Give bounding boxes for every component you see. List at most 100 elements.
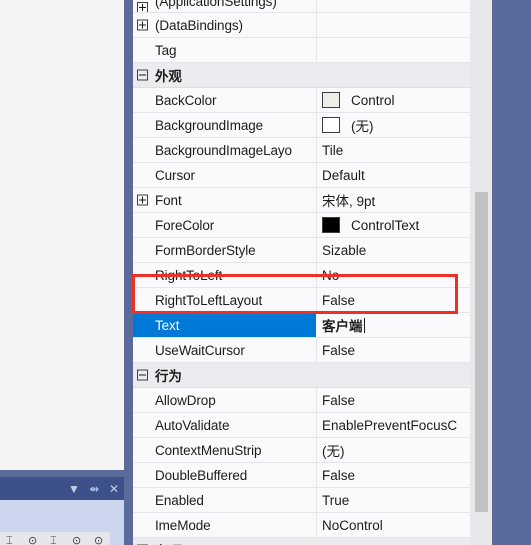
property-row[interactable]: Cursor Default bbox=[133, 163, 470, 188]
toolbar-icon[interactable]: ⊙ bbox=[72, 534, 82, 545]
property-name: AllowDrop bbox=[155, 392, 216, 408]
column-separator bbox=[316, 438, 317, 462]
tool-window-gap bbox=[0, 470, 124, 477]
property-value[interactable]: False bbox=[322, 388, 470, 412]
property-value[interactable]: No bbox=[322, 263, 470, 287]
property-row[interactable]: UseWaitCursor False bbox=[133, 338, 470, 363]
property-value-text: (无) bbox=[351, 119, 374, 134]
property-value[interactable]: False bbox=[322, 338, 470, 362]
property-row[interactable]: Text 客户端 bbox=[133, 313, 470, 338]
property-value[interactable]: EnablePreventFocusC bbox=[322, 413, 470, 437]
property-value[interactable]: Default bbox=[322, 163, 470, 187]
property-category-row[interactable]: 外观 bbox=[133, 63, 470, 88]
property-name: Text bbox=[133, 313, 316, 337]
property-row[interactable]: ContextMenuStrip (无) bbox=[133, 438, 470, 463]
property-value[interactable]: (无) bbox=[322, 113, 470, 137]
property-value[interactable]: False bbox=[322, 463, 470, 487]
property-row[interactable]: RightToLeftLayout False bbox=[133, 288, 470, 313]
expand-plus-icon[interactable] bbox=[137, 2, 148, 12]
collapse-minus-icon[interactable] bbox=[137, 69, 148, 81]
property-value[interactable]: 客户端 bbox=[322, 313, 470, 337]
property-value[interactable] bbox=[322, 538, 470, 545]
design-surface-area bbox=[0, 0, 124, 470]
column-separator bbox=[316, 13, 317, 37]
toolbar-icon[interactable]: ⊙ bbox=[94, 534, 104, 545]
property-value-text: 客户端 bbox=[322, 319, 363, 334]
column-separator bbox=[316, 88, 317, 112]
category-label: 外观 bbox=[155, 69, 182, 84]
property-row[interactable]: AllowDrop False bbox=[133, 388, 470, 413]
property-value[interactable] bbox=[322, 13, 470, 37]
close-icon[interactable]: ✕ bbox=[104, 477, 124, 500]
property-value[interactable]: True bbox=[322, 488, 470, 512]
scrollbar-thumb[interactable] bbox=[475, 192, 488, 512]
property-row[interactable]: Tag bbox=[133, 38, 470, 63]
property-row[interactable]: AutoValidate EnablePreventFocusC bbox=[133, 413, 470, 438]
collapse-minus-icon[interactable] bbox=[137, 369, 148, 381]
property-row[interactable]: (ApplicationSettings) bbox=[133, 0, 470, 13]
property-name: Cursor bbox=[155, 167, 195, 183]
property-value-text: ControlText bbox=[351, 217, 420, 233]
column-separator bbox=[316, 263, 317, 287]
category-label: 杂项 bbox=[155, 538, 315, 545]
property-value[interactable]: NoControl bbox=[322, 513, 470, 537]
property-category-row[interactable]: 杂项 bbox=[133, 538, 470, 545]
property-row[interactable]: ImeMode NoControl bbox=[133, 513, 470, 538]
property-value[interactable] bbox=[322, 38, 470, 62]
color-swatch-icon bbox=[322, 117, 340, 133]
column-separator bbox=[316, 0, 317, 12]
property-value-text: EnablePreventFocusC bbox=[322, 417, 458, 433]
column-separator bbox=[316, 338, 317, 362]
property-row[interactable]: BackgroundImage (无) bbox=[133, 113, 470, 138]
property-row[interactable]: RightToLeft No bbox=[133, 263, 470, 288]
property-row[interactable]: ForeColor ControlText bbox=[133, 213, 470, 238]
property-category-row[interactable]: 行为 bbox=[133, 363, 470, 388]
property-row[interactable]: DoubleBuffered False bbox=[133, 463, 470, 488]
property-value[interactable]: (无) bbox=[322, 438, 470, 462]
property-value[interactable] bbox=[322, 0, 470, 12]
property-name: BackgroundImage bbox=[155, 117, 264, 133]
property-row[interactable]: BackColor Control bbox=[133, 88, 470, 113]
property-value[interactable] bbox=[322, 363, 470, 387]
properties-scrollbar[interactable] bbox=[470, 0, 492, 545]
expand-plus-icon[interactable] bbox=[137, 19, 148, 31]
property-value[interactable]: Control bbox=[322, 88, 470, 112]
property-value[interactable]: 宋体, 9pt bbox=[322, 188, 470, 212]
property-name: (ApplicationSettings) bbox=[155, 0, 277, 9]
column-separator bbox=[316, 138, 317, 162]
property-value[interactable]: Sizable bbox=[322, 238, 470, 262]
tool-window-header[interactable]: ▼ ⇴ ✕ bbox=[0, 477, 124, 500]
toolbar-icon[interactable]: ⌶ bbox=[50, 534, 60, 545]
property-row[interactable]: Font 宋体, 9pt bbox=[133, 188, 470, 213]
toolbar-icon[interactable]: ⌶ bbox=[6, 534, 16, 545]
property-value-text: False bbox=[322, 342, 356, 358]
property-row[interactable]: (DataBindings) bbox=[133, 13, 470, 38]
property-name: AutoValidate bbox=[155, 417, 230, 433]
screenshot-root: (ApplicationSettings) (DataBindings) Tag 外观… bbox=[0, 0, 531, 545]
property-row[interactable]: FormBorderStyle Sizable bbox=[133, 238, 470, 263]
toolbar-right-filler bbox=[110, 532, 124, 545]
property-value-text: Control bbox=[351, 92, 395, 108]
property-value-text: NoControl bbox=[322, 517, 383, 533]
expand-plus-icon[interactable] bbox=[137, 194, 148, 206]
property-value[interactable] bbox=[322, 63, 470, 87]
property-value[interactable]: Tile bbox=[322, 138, 470, 162]
property-value-text: False bbox=[322, 467, 356, 483]
pin-icon[interactable]: ⇴ bbox=[84, 477, 104, 500]
column-separator bbox=[316, 388, 317, 412]
property-value-text: No bbox=[322, 267, 340, 283]
property-row[interactable]: BackgroundImageLayo Tile bbox=[133, 138, 470, 163]
toolbar-icon[interactable]: ⊙ bbox=[28, 534, 38, 545]
property-name: DoubleBuffered bbox=[155, 467, 248, 483]
column-separator bbox=[316, 238, 317, 262]
property-value[interactable]: False bbox=[322, 288, 470, 312]
vertical-splitter[interactable] bbox=[124, 0, 133, 545]
color-swatch-icon bbox=[322, 217, 340, 233]
property-value[interactable]: ControlText bbox=[322, 213, 470, 237]
property-value-text: False bbox=[322, 292, 356, 308]
property-row[interactable]: Enabled True bbox=[133, 488, 470, 513]
properties-grid[interactable]: (ApplicationSettings) (DataBindings) Tag 外观… bbox=[133, 0, 470, 545]
property-name: Tag bbox=[155, 42, 177, 58]
dropdown-icon[interactable]: ▼ bbox=[64, 477, 84, 500]
tool-window-toolbar[interactable]: ⌶⊙⌶⊙⊙⊙ bbox=[0, 532, 124, 545]
